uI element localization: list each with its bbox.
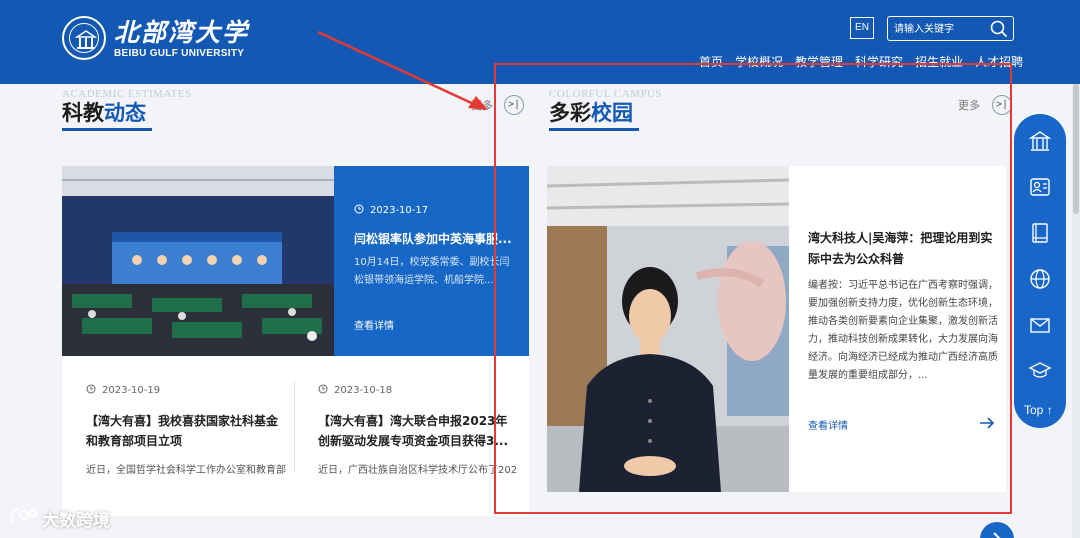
- page-scrollbar[interactable]: [1072, 84, 1080, 538]
- chevron-right-icon: [993, 532, 1001, 538]
- back-to-top-button[interactable]: Top ↑: [1024, 403, 1053, 417]
- annotation-arrow-icon: [317, 30, 488, 110]
- globe-icon[interactable]: [1028, 267, 1052, 291]
- graduation-cap-icon[interactable]: [1028, 359, 1052, 383]
- back-to-top-label: Top: [1024, 403, 1044, 417]
- brand-logo-icon: [8, 505, 38, 532]
- brand-watermark-text: 大数跨境: [42, 511, 110, 531]
- mail-icon[interactable]: [1028, 313, 1052, 337]
- book-icon[interactable]: [1028, 221, 1052, 245]
- building-icon[interactable]: [1028, 129, 1052, 153]
- id-card-icon[interactable]: [1028, 175, 1052, 199]
- brand-watermark: 大数跨境: [8, 505, 110, 532]
- next-section-button[interactable]: [980, 522, 1014, 538]
- arrow-up-icon: ↑: [1043, 403, 1053, 417]
- side-toolbar: Top ↑: [1014, 114, 1066, 428]
